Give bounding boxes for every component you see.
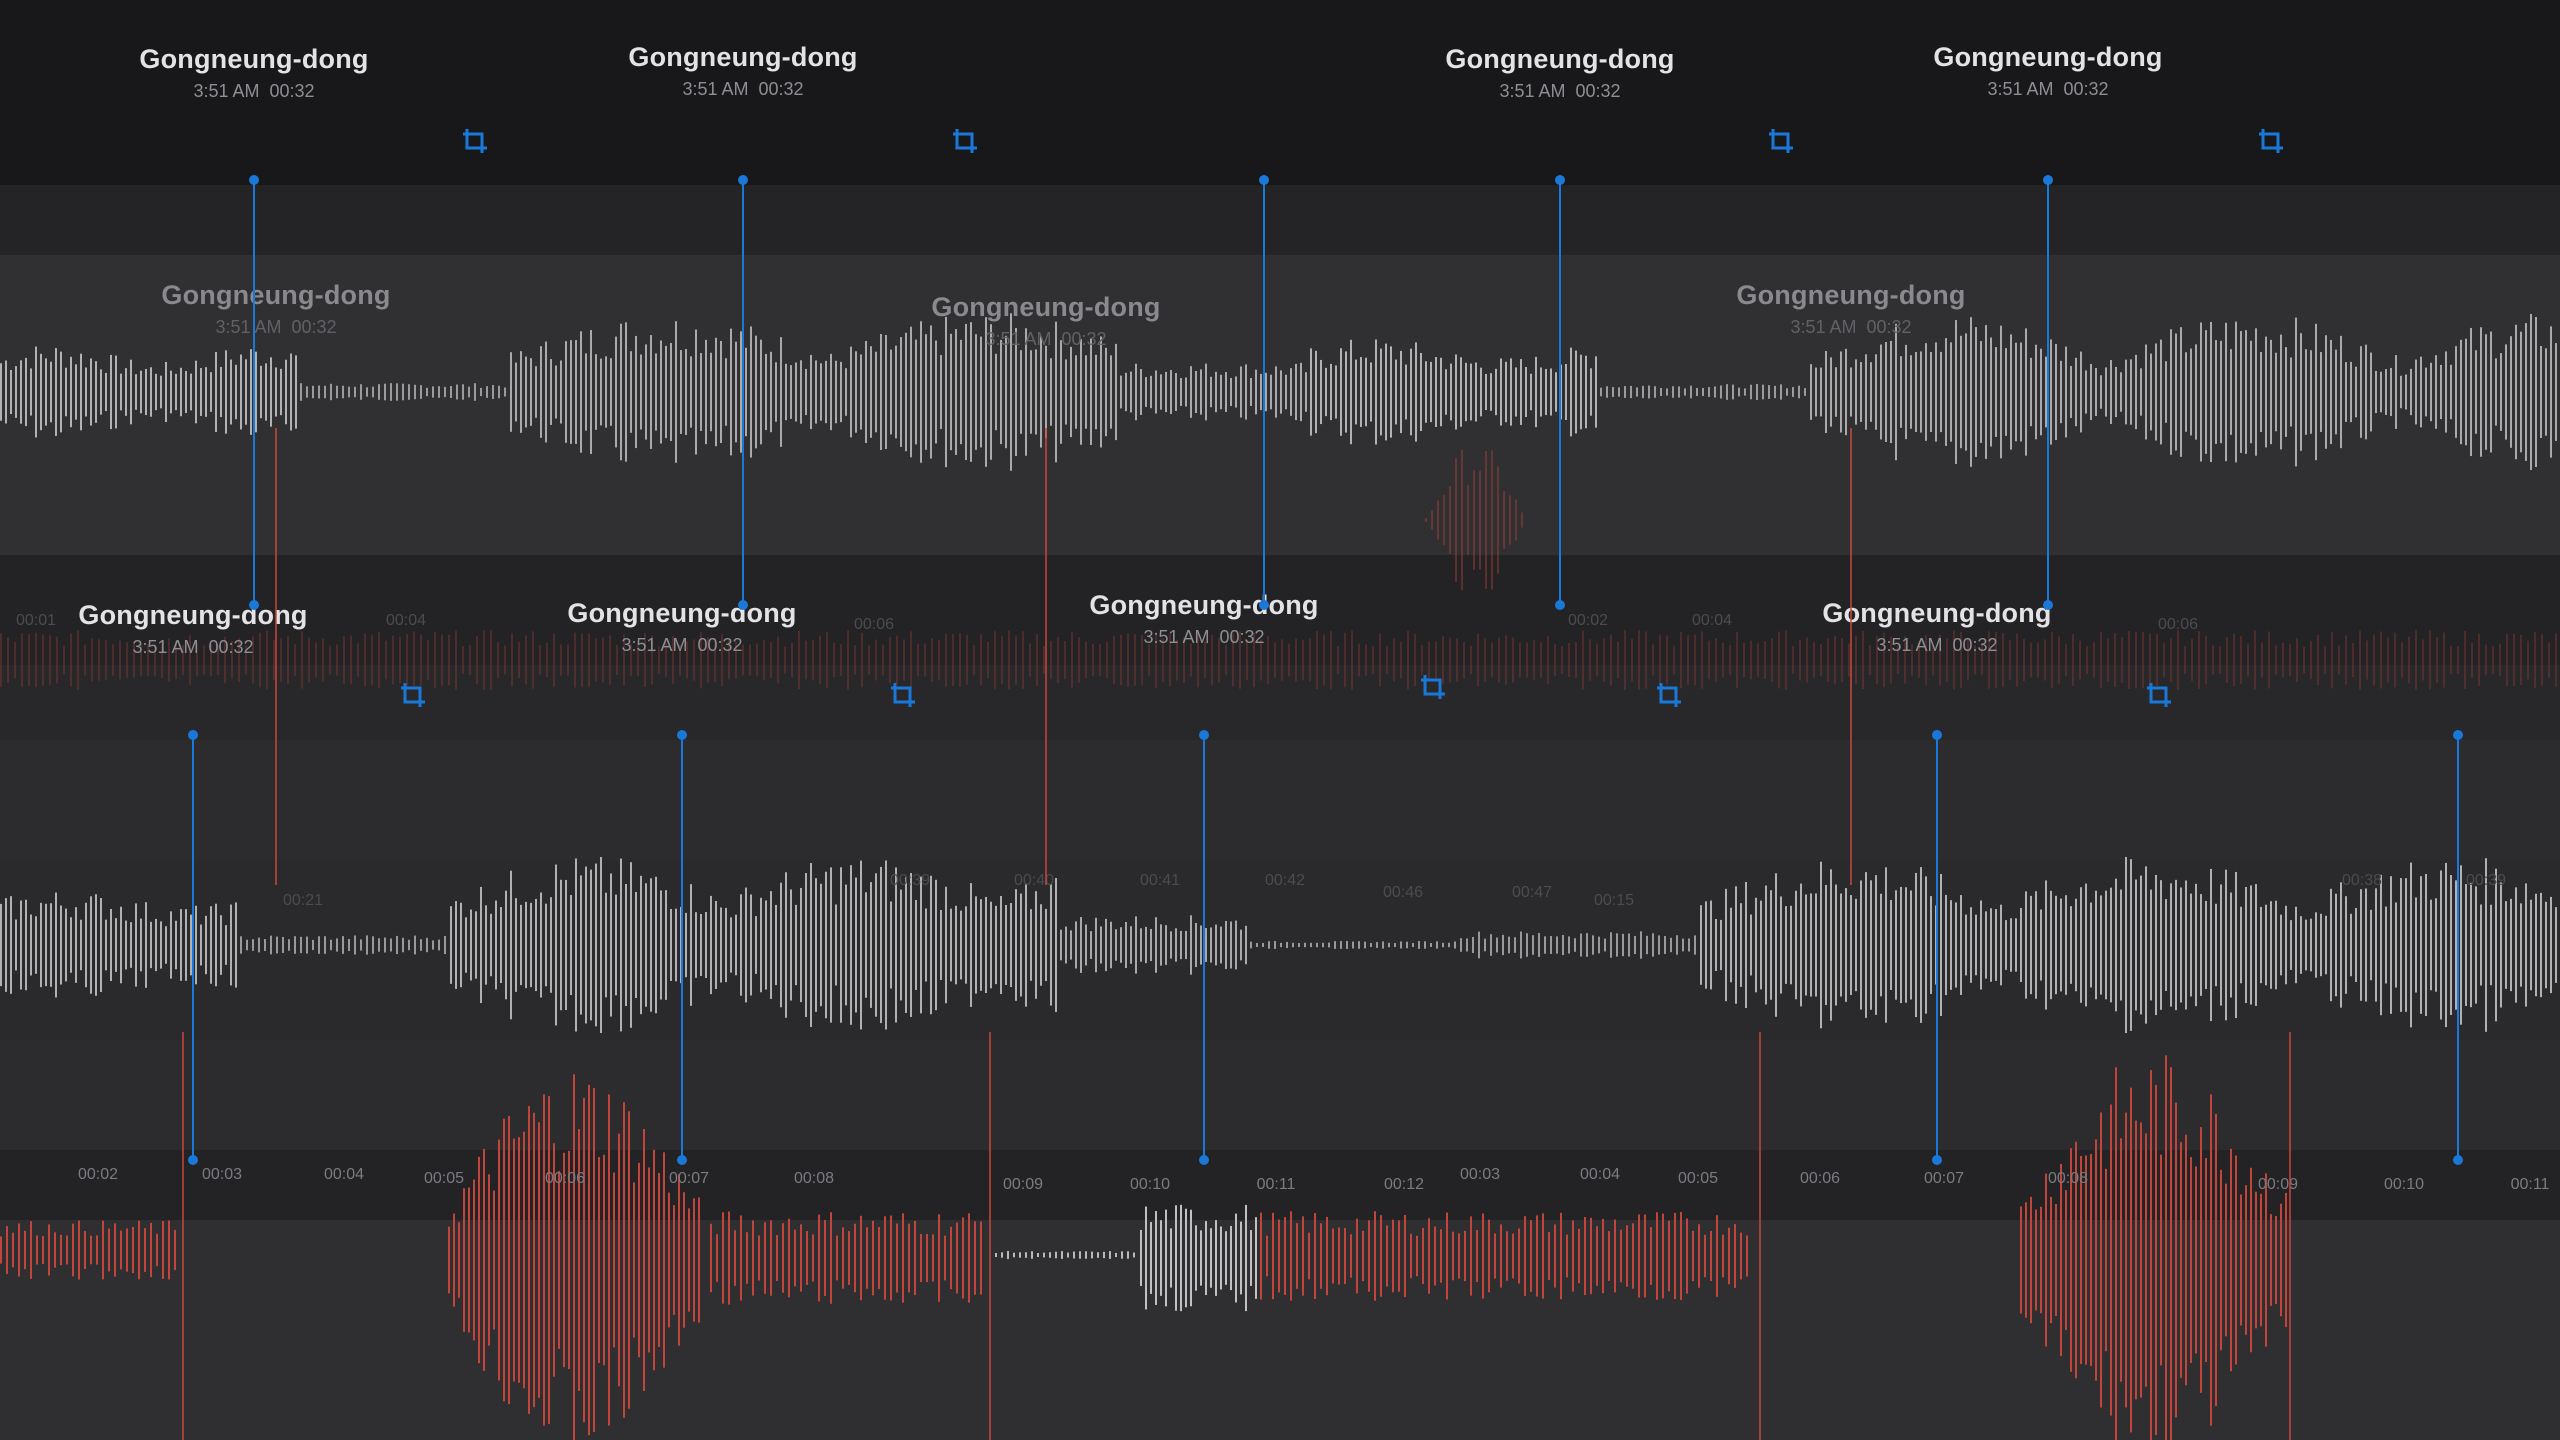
playhead-handle[interactable]: [1555, 600, 1565, 610]
playhead-handle[interactable]: [188, 730, 198, 740]
playhead-handle[interactable]: [2043, 600, 2053, 610]
playhead-handle[interactable]: [2453, 1155, 2463, 1165]
playhead-handle[interactable]: [1555, 175, 1565, 185]
playhead-handle[interactable]: [2043, 175, 2053, 185]
playhead-layer: [182, 175, 2463, 1440]
playhead-handle[interactable]: [677, 1155, 687, 1165]
playhead-handle[interactable]: [738, 175, 748, 185]
playhead-handle[interactable]: [1199, 1155, 1209, 1165]
playhead-handle[interactable]: [1259, 175, 1269, 185]
playhead-handle[interactable]: [1932, 1155, 1942, 1165]
playhead-handle[interactable]: [1932, 730, 1942, 740]
playhead-handle[interactable]: [677, 730, 687, 740]
playhead-handle[interactable]: [188, 1155, 198, 1165]
playhead-handle[interactable]: [1259, 600, 1269, 610]
playhead-handle[interactable]: [249, 175, 259, 185]
playhead-handle[interactable]: [2453, 730, 2463, 740]
playhead-handle[interactable]: [738, 600, 748, 610]
playhead-handle[interactable]: [249, 600, 259, 610]
playhead-handle[interactable]: [1199, 730, 1209, 740]
